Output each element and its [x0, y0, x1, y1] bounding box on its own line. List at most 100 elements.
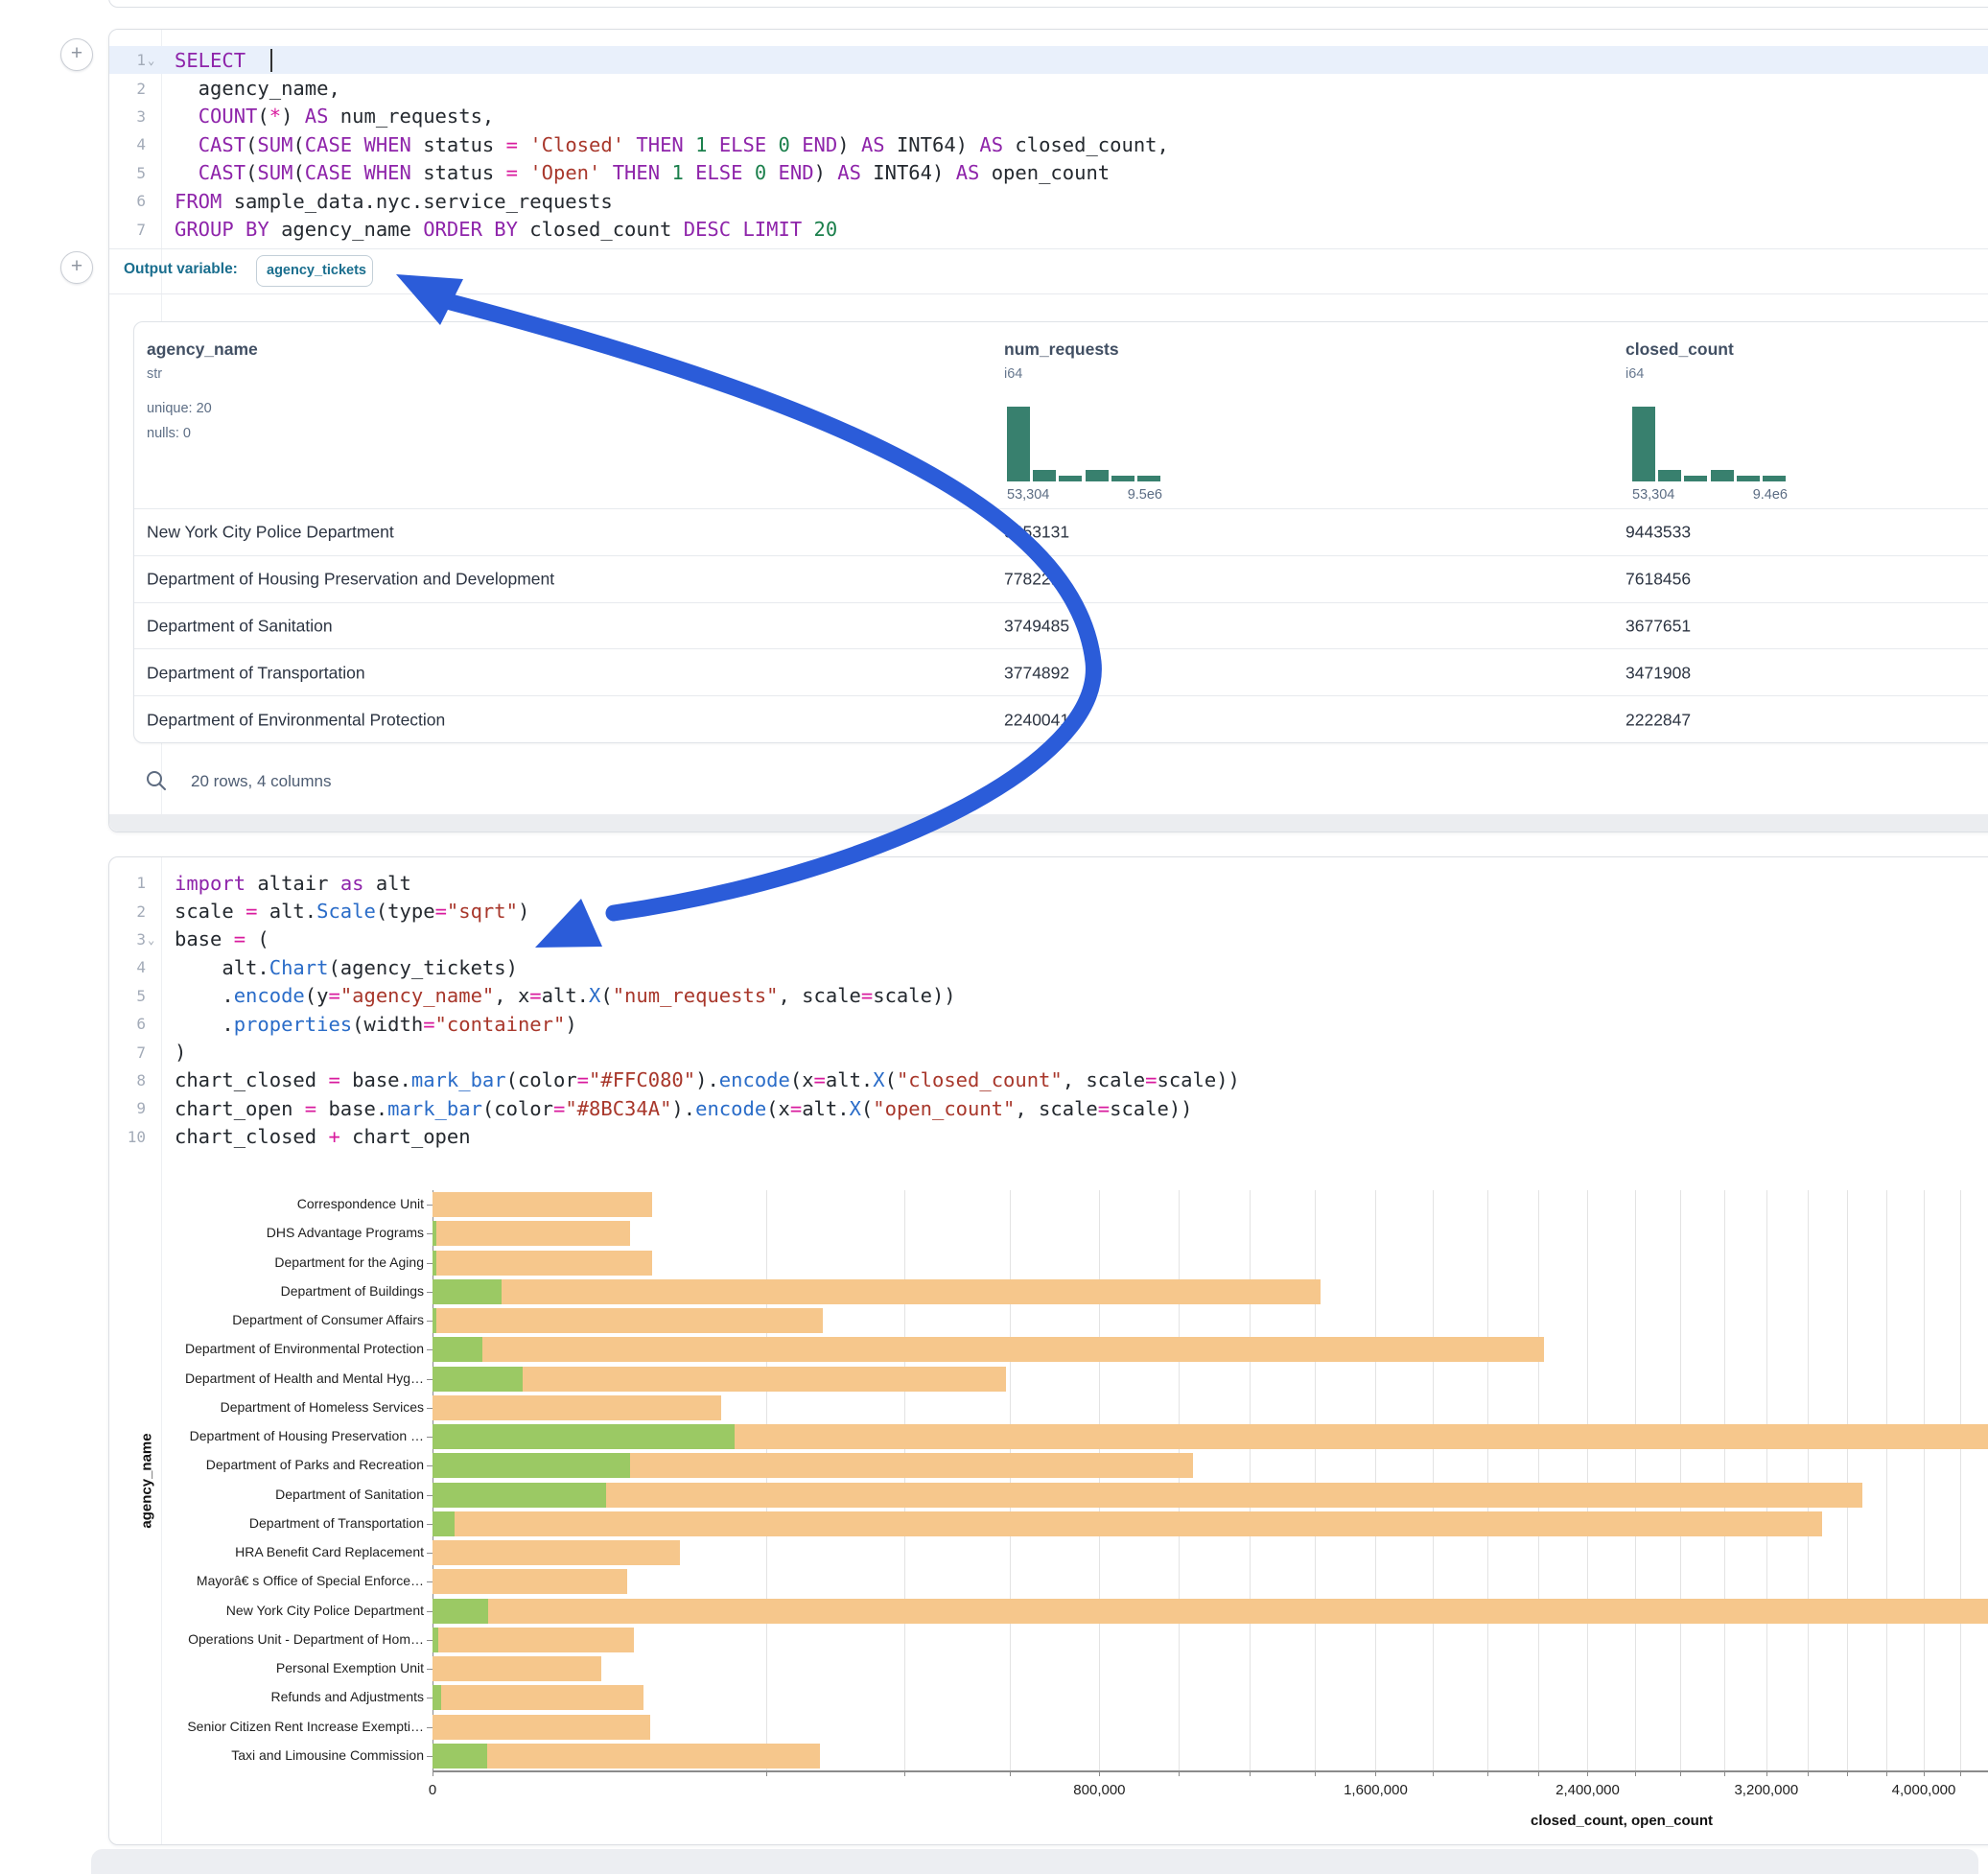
collapse-chevron-icon[interactable]: ⌄: [148, 55, 154, 66]
histogram-bar: [1658, 470, 1681, 481]
gridline: [904, 1190, 905, 1770]
code-line[interactable]: 4 CAST(SUM(CASE WHEN status = 'Closed' T…: [109, 130, 1988, 158]
bar-closed_count: [433, 1656, 601, 1681]
y-axis-label: Department of Homeless Services: [109, 1399, 424, 1415]
y-axis-label: Correspondence Unit: [109, 1196, 424, 1211]
histogram-bar: [1007, 407, 1030, 481]
gridline: [1010, 1190, 1011, 1770]
table-row[interactable]: Department of Housing Preservation and D…: [134, 555, 1988, 603]
column-header-agency_name[interactable]: agency_name: [147, 340, 258, 360]
table-cell: 7782211: [1004, 570, 1068, 590]
table-cell: 3774892: [1004, 663, 1069, 683]
gridline: [1724, 1190, 1725, 1770]
output-variable-chip[interactable]: agency_tickets: [256, 255, 373, 287]
code-text: FROM sample_data.nyc.service_requests: [161, 190, 613, 213]
text-cursor: [270, 49, 272, 72]
table-row[interactable]: New York City Police Department945313194…: [134, 508, 1988, 556]
code-line[interactable]: 7GROUP BY agency_name ORDER BY closed_co…: [109, 215, 1988, 243]
histogram-bar: [1033, 470, 1056, 481]
bar-closed_count: [433, 1308, 823, 1333]
cell-collapsed-footer[interactable]: [109, 814, 1988, 832]
gridline: [1099, 1190, 1100, 1770]
sql-code-editor[interactable]: 1⌄SELECT 2 agency_name,3 COUNT(*) AS num…: [109, 46, 1988, 244]
gridline: [1886, 1190, 1887, 1770]
x-tick-major: [1099, 1770, 1100, 1776]
table-cell: 2222847: [1625, 710, 1691, 730]
bar-closed_count: [433, 1483, 1862, 1508]
histogram-bar: [1632, 407, 1655, 481]
y-axis-title: agency_name: [139, 1433, 155, 1528]
column-type: str: [147, 366, 162, 382]
code-line[interactable]: 5 CAST(SUM(CASE WHEN status = 'Open' THE…: [109, 159, 1988, 187]
gridline: [1847, 1190, 1848, 1770]
next-cell-top-edge: [91, 1849, 1978, 1874]
gridline: [766, 1190, 767, 1770]
x-axis-line: [433, 1770, 1988, 1772]
y-axis-label: Department of Transportation: [109, 1515, 424, 1531]
y-axis-label: Mayorâ€ s Office of Special Enforce…: [109, 1573, 424, 1588]
table-row[interactable]: Department of Sanitation37494853677651: [134, 602, 1988, 650]
code-text: CAST(SUM(CASE WHEN status = 'Closed' THE…: [161, 133, 1169, 156]
x-tick-label: 4,000,000: [1892, 1782, 1956, 1798]
y-axis-label: Department of Parks and Recreation: [109, 1457, 424, 1472]
table-cell: New York City Police Department: [147, 523, 394, 543]
line-number: 6: [109, 192, 161, 210]
bar-open_count: [433, 1367, 523, 1392]
code-line[interactable]: 1⌄SELECT: [109, 46, 1988, 74]
column-type: i64: [1004, 366, 1022, 382]
gridline: [1179, 1190, 1180, 1770]
table-cell: 9443533: [1625, 523, 1691, 543]
y-axis-label: Operations Unit - Department of Hom…: [109, 1631, 424, 1647]
column-header-closed_count[interactable]: closed_count: [1625, 340, 1734, 360]
column-stat: nulls: 0: [147, 426, 191, 441]
table-cell: Department of Sanitation: [147, 616, 333, 636]
table-row[interactable]: Department of Environmental Protection22…: [134, 695, 1988, 743]
x-tick-major: [1375, 1770, 1376, 1776]
table-cell: Department of Housing Preservation and D…: [147, 570, 554, 590]
gridline: [1375, 1190, 1376, 1770]
bar-closed_count: [433, 1569, 627, 1594]
sql-cell: 1⌄SELECT 2 agency_name,3 COUNT(*) AS num…: [108, 29, 1988, 832]
y-axis-label: DHS Advantage Programs: [109, 1225, 424, 1240]
bar-open_count: [433, 1744, 487, 1769]
x-tick-label: 800,000: [1073, 1782, 1125, 1798]
histogram-bar: [1137, 476, 1160, 481]
code-line[interactable]: 3 COUNT(*) AS num_requests,: [109, 103, 1988, 130]
histogram-bar: [1763, 476, 1786, 481]
bar-open_count: [433, 1337, 482, 1362]
column-stat: unique: 20: [147, 401, 212, 416]
gridline: [1924, 1190, 1925, 1770]
python-cell: 1import altair as alt2scale = alt.Scale(…: [108, 856, 1988, 1845]
bar-open_count: [433, 1511, 455, 1536]
table-row[interactable]: Department of Transportation377489234719…: [134, 648, 1988, 696]
gridline: [1960, 1190, 1961, 1770]
add-cell-button-middle[interactable]: +: [60, 251, 93, 284]
x-tick-major: [1766, 1770, 1767, 1776]
y-axis-label: Department of Housing Preservation …: [109, 1428, 424, 1443]
bar-open_count: [433, 1424, 735, 1449]
gridline: [1433, 1190, 1434, 1770]
x-tick-major: [1924, 1770, 1925, 1776]
code-line[interactable]: 2 agency_name,: [109, 74, 1988, 102]
code-line[interactable]: 6FROM sample_data.nyc.service_requests: [109, 187, 1988, 215]
bar-closed_count: [433, 1715, 650, 1740]
gridline: [1766, 1190, 1767, 1770]
bar-open_count: [433, 1599, 488, 1624]
table-cell: 7618456: [1625, 570, 1691, 590]
bar-closed_count: [433, 1192, 652, 1217]
y-axis-label: Taxi and Limousine Commission: [109, 1747, 424, 1763]
x-tick-label: 3,200,000: [1734, 1782, 1798, 1798]
bar-closed_count: [433, 1279, 1321, 1304]
altair-chart: Correspondence Unit DHS Advantage Program…: [109, 857, 1988, 1844]
bar-open_count: [433, 1308, 436, 1333]
column-header-num_requests[interactable]: num_requests: [1004, 340, 1119, 360]
add-cell-button-top[interactable]: +: [60, 38, 93, 71]
histogram-bar: [1684, 476, 1707, 481]
search-icon[interactable]: [145, 769, 168, 792]
bar-closed_count: [433, 1744, 820, 1769]
table-cell: Department of Transportation: [147, 663, 365, 683]
line-number: 7: [109, 221, 161, 239]
line-number: 1⌄: [109, 51, 161, 69]
bar-closed_count: [433, 1337, 1544, 1362]
histogram-bar: [1086, 470, 1109, 481]
